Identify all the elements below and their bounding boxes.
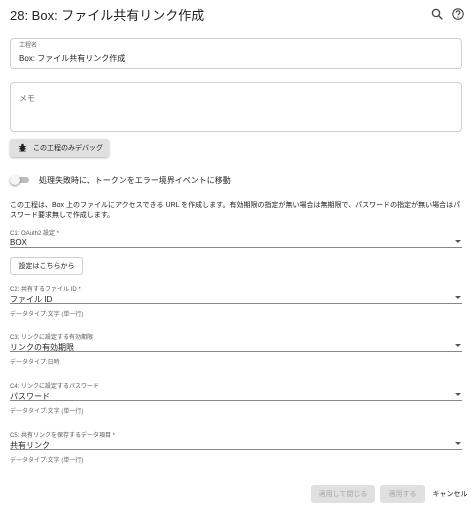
help-icon[interactable]: [452, 8, 464, 20]
apply-close-button[interactable]: 適用して閉じる: [311, 485, 375, 503]
apply-close-label: 適用して閉じる: [318, 491, 368, 498]
c3-expiry-select[interactable]: C3: リンクに設定する有効期限 リンクの有効期限: [10, 332, 462, 352]
error-toggle-label: 処理失敗時に、トークンをエラー境界イベントに移動: [39, 175, 231, 185]
memo-placeholder: メモ: [19, 94, 35, 103]
cancel-label: キャンセル: [432, 491, 468, 498]
switch-thumb: [10, 175, 20, 185]
cancel-button[interactable]: キャンセル: [430, 485, 470, 503]
search-icon[interactable]: [431, 8, 443, 20]
header: 28: Box: ファイル共有リンク作成: [10, 8, 464, 28]
c5-helper: データタイプ:文字 (単一行): [10, 458, 84, 464]
c5-value: 共有リンク: [10, 441, 50, 450]
c2-file-id-select[interactable]: C2: 共有するファイル ID * ファイル ID: [10, 284, 462, 304]
step-name-value[interactable]: Box: ファイル共有リンク作成: [19, 53, 125, 64]
c4-helper: データタイプ:文字 (単一行): [10, 409, 84, 415]
c2-value: ファイル ID: [10, 295, 53, 304]
debug-button[interactable]: この工程のみデバッグ: [10, 139, 109, 157]
step-name-field[interactable]: 工程名 Box: ファイル共有リンク作成: [10, 38, 462, 69]
dropdown-arrow-icon: [455, 442, 461, 445]
c2-label: C2: 共有するファイル ID *: [10, 287, 81, 293]
settings-button-label: 設定はこちらから: [18, 263, 75, 270]
dropdown-arrow-icon: [455, 393, 461, 396]
c3-helper: データタイプ:日時: [10, 360, 60, 366]
c3-label: C3: リンクに設定する有効期限: [10, 335, 94, 341]
c2-helper: データタイプ:文字 (単一行): [10, 312, 84, 318]
apply-label: 適用する: [388, 491, 417, 498]
step-description: この工程は、Box 上のファイルにアクセスできる URL を作成します。有効期限…: [10, 202, 461, 219]
c3-value: リンクの有効期限: [10, 343, 74, 352]
apply-button[interactable]: 適用する: [380, 485, 425, 503]
memo-field[interactable]: メモ: [10, 82, 462, 132]
c1-oauth-select[interactable]: C1: OAuth2 設定 * BOX: [10, 228, 462, 248]
debug-button-label: この工程のみデバッグ: [33, 145, 103, 152]
dropdown-arrow-icon: [455, 344, 461, 347]
error-toggle-row: 処理失敗時に、トークンをエラー境界イベントに移動: [10, 173, 231, 187]
error-toggle-switch[interactable]: [10, 174, 30, 186]
dropdown-arrow-icon: [455, 240, 461, 243]
c1-label: C1: OAuth2 設定 *: [10, 231, 60, 237]
c4-value: パスワード: [10, 392, 50, 401]
page-title: 28: Box: ファイル共有リンク作成: [10, 8, 205, 23]
header-icons: [431, 8, 464, 20]
step-name-label: 工程名: [19, 43, 38, 49]
c4-label: C4: リンクに設定するパスワード: [10, 384, 100, 390]
c5-share-link-select[interactable]: C5: 共有リンクを保存するデータ項目 * 共有リンク: [10, 430, 462, 450]
bug-icon: [18, 139, 27, 157]
c4-password-select[interactable]: C4: リンクに設定するパスワード パスワード: [10, 381, 462, 401]
c1-value: BOX: [10, 238, 27, 247]
c5-label: C5: 共有リンクを保存するデータ項目 *: [10, 433, 116, 439]
settings-button[interactable]: 設定はこちらから: [10, 257, 83, 275]
dropdown-arrow-icon: [455, 296, 461, 299]
